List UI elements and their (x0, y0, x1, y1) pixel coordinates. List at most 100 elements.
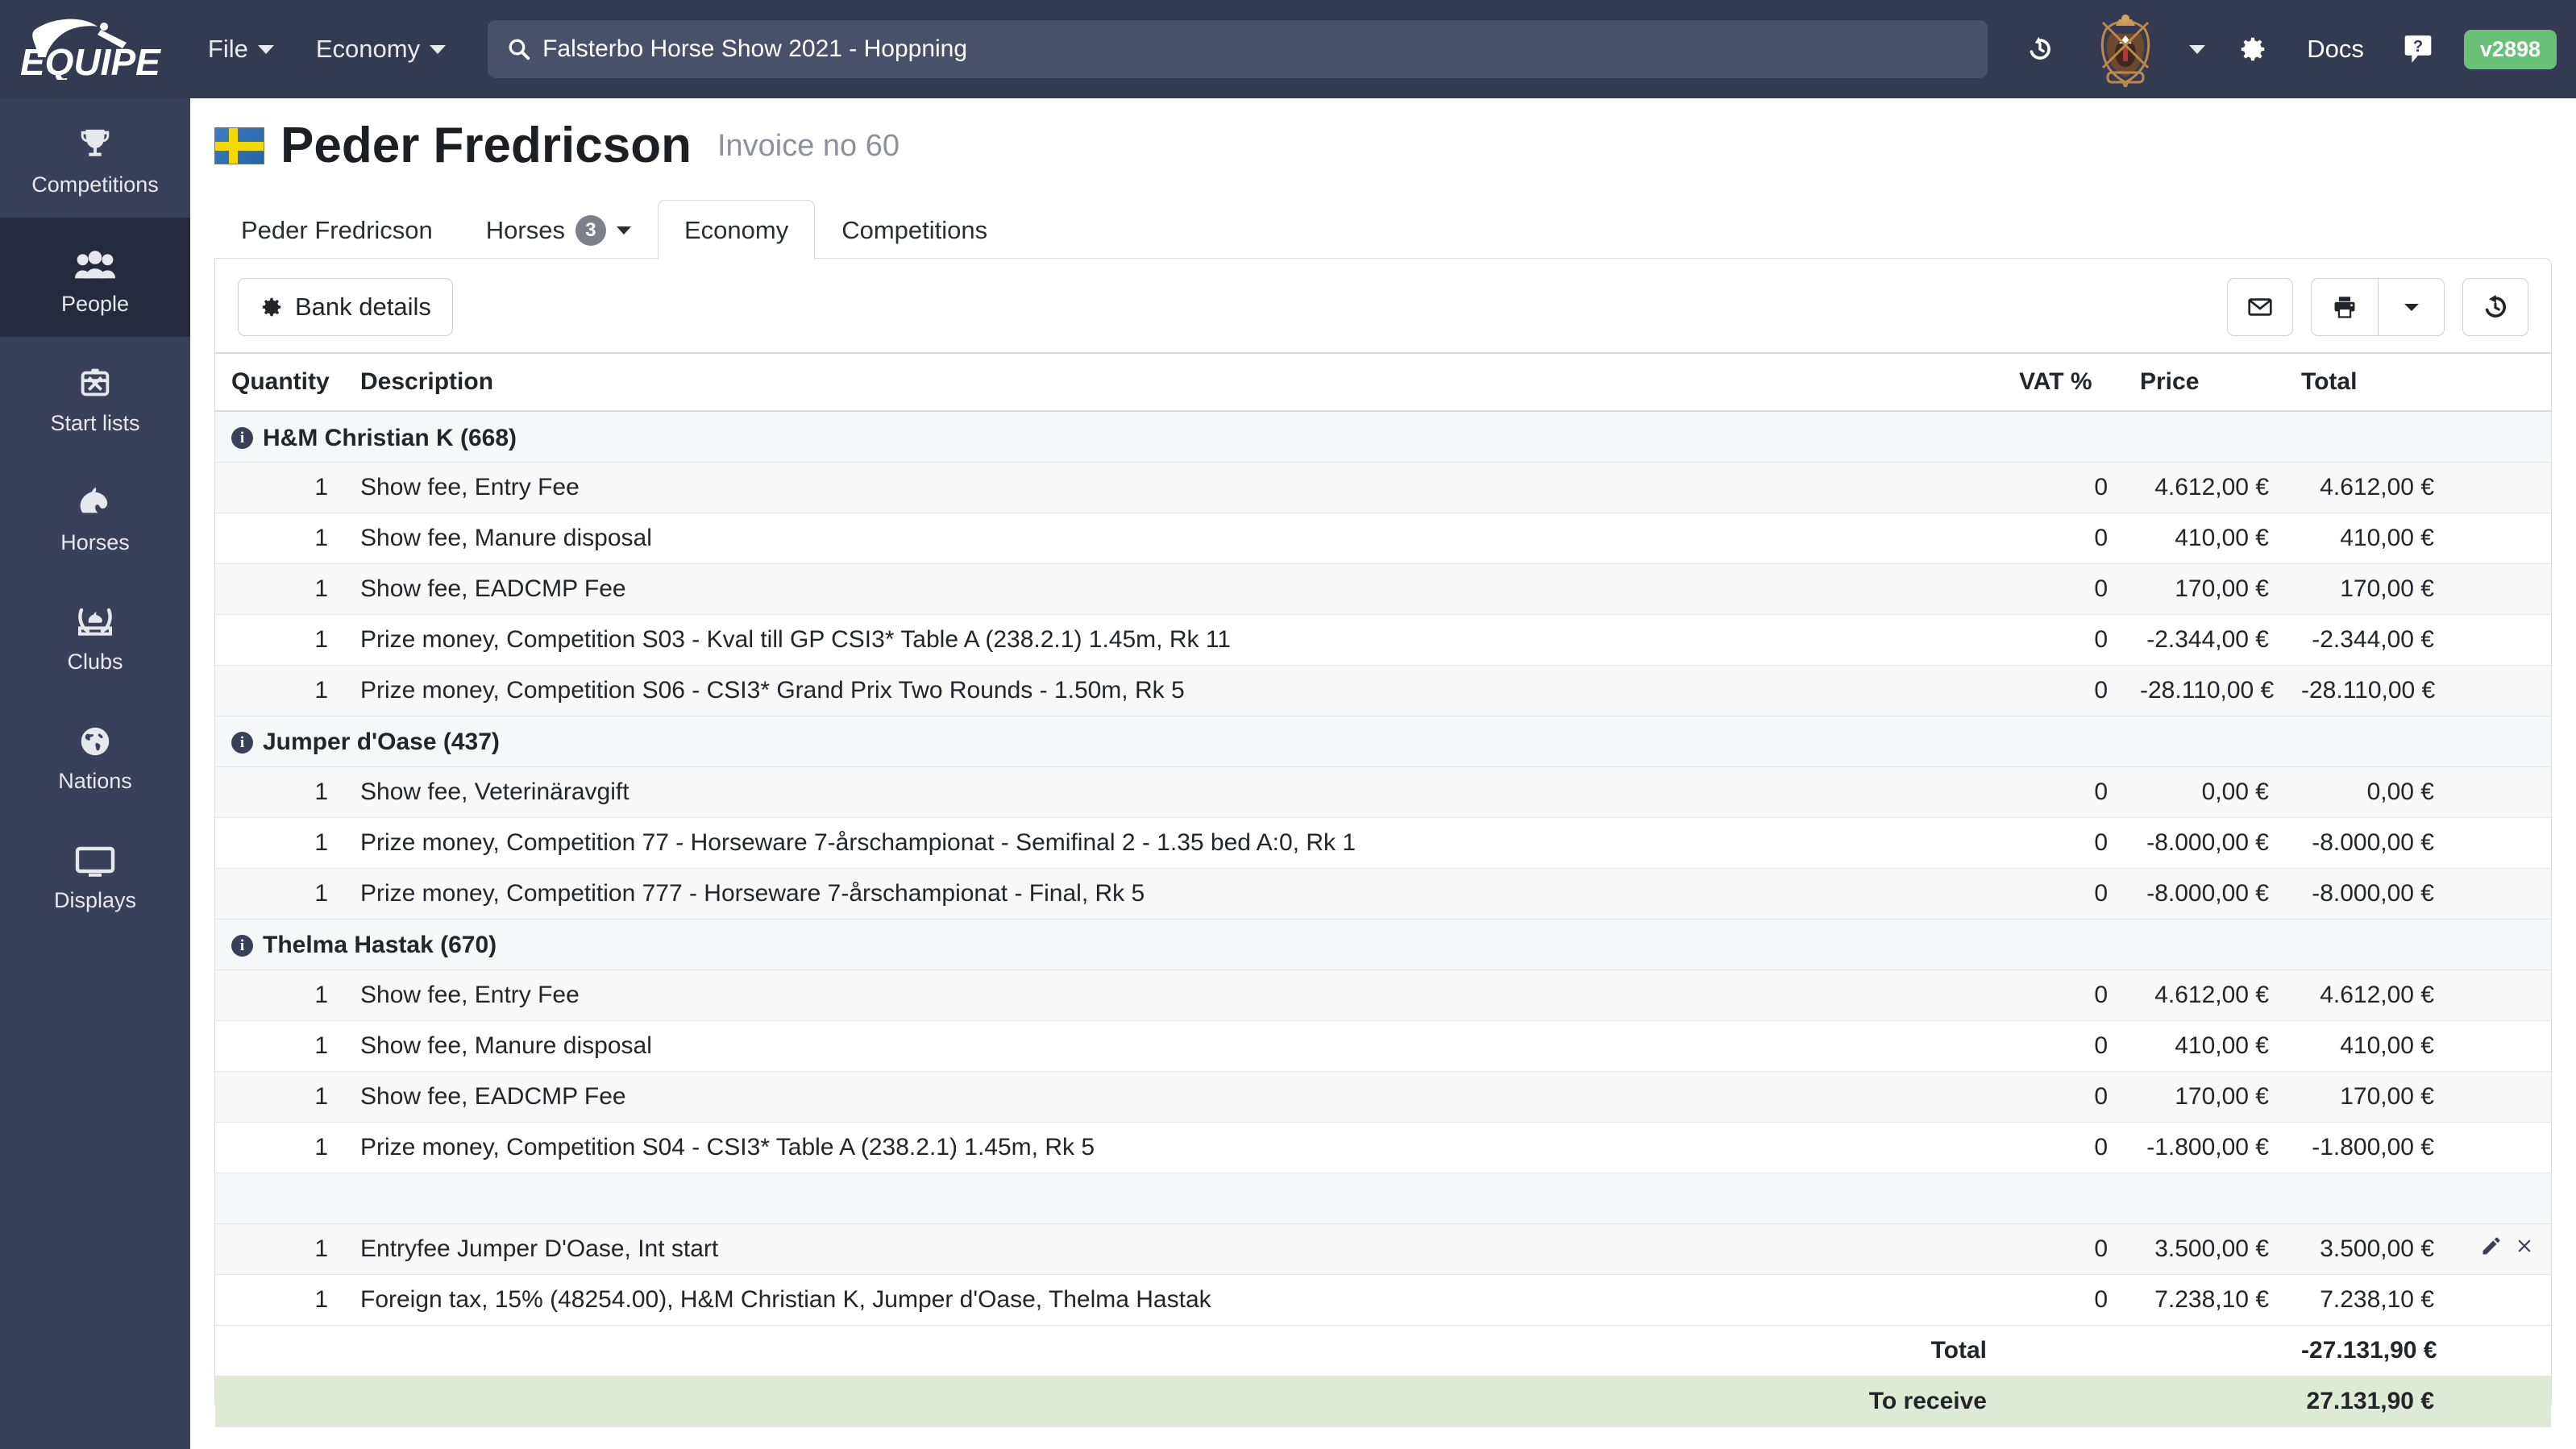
cell-vat: 0 (2003, 1121, 2124, 1173)
sidebar-item-competitions[interactable]: Competitions (0, 98, 190, 218)
sidebar-item-start-lists[interactable]: Start lists (0, 337, 190, 456)
table-row[interactable]: 1 Prize money, Competition 77 - Horseware… (215, 816, 2551, 869)
menu-economy[interactable]: Economy (295, 0, 467, 98)
sidebar-item-people[interactable]: People (0, 218, 190, 337)
print-options-button[interactable] (2378, 279, 2444, 335)
table-row[interactable]: 1 Prize money, Competition 777 - Horsewar… (215, 867, 2551, 920)
table-row[interactable]: 1 Show fee, Entry Fee 0 4.612,00 €4.612,00 … (215, 461, 2551, 513)
table-row[interactable]: 1 Foreign tax, 15% (48254.00), H&M Christ… (215, 1273, 2551, 1326)
email-button[interactable] (2227, 278, 2293, 336)
summary-label: To receive (344, 1375, 2003, 1427)
show-crest-dropdown[interactable] (2176, 0, 2218, 98)
info-icon[interactable]: i (231, 427, 253, 449)
page-subtitle: Invoice no 60 (717, 129, 900, 163)
sidebar: Competitions People Start lists Horses C… (0, 98, 190, 1449)
group-name: Jumper d'Oase (437) (263, 729, 500, 756)
group-header-row[interactable]: i H&M Christian K (668) (215, 410, 2551, 463)
cell-price: 3.500,00 € (2124, 1223, 2285, 1275)
sidebar-item-horses[interactable]: Horses (0, 456, 190, 575)
menu-file[interactable]: File (187, 0, 295, 98)
cell-description: Show fee, Entry Fee (344, 461, 2003, 513)
cell-vat: 0 (2003, 1223, 2124, 1275)
tab-horses[interactable]: Horses 3 (459, 200, 658, 259)
cell-actions (2450, 563, 2551, 615)
show-crest-button[interactable] (2075, 0, 2176, 98)
cell-price: -2.344,00 € (2124, 613, 2285, 666)
cell-quantity: 1 (215, 816, 344, 869)
version-badge[interactable]: v2898 (2463, 29, 2557, 69)
table-row[interactable]: 1 Show fee, EADCMP Fee 0 170,00 €170,00 € (215, 1070, 2551, 1123)
table-header-row: Quantity Description VAT % Price Total (215, 352, 2551, 412)
cell-price: 410,00 € (2124, 1019, 2285, 1072)
cell-total: -8.000,00 € (2285, 867, 2450, 920)
print-button[interactable] (2312, 279, 2378, 335)
globe-icon (76, 716, 114, 760)
summary-total: 27.131,90 € (2285, 1375, 2450, 1427)
invoice-history-button[interactable] (2462, 278, 2528, 336)
bank-details-label: Bank details (295, 293, 431, 321)
table-row[interactable]: 1 Show fee, Veterinäravgift 0 0,00 €0,00 € (215, 766, 2551, 818)
cell-price: 7.238,10 € (2124, 1273, 2285, 1326)
sidebar-label-people: People (60, 292, 130, 316)
column-header-total: Total (2285, 352, 2450, 412)
cell-total: 410,00 € (2285, 1019, 2450, 1072)
table-row[interactable]: 1 Prize money, Competition S03 - Kval til… (215, 613, 2551, 666)
cell-actions (2450, 512, 2551, 564)
people-icon (73, 239, 117, 283)
cell-vat: 0 (2003, 1273, 2124, 1326)
cell-total: 170,00 € (2285, 563, 2450, 615)
chevron-down-icon (2189, 44, 2206, 54)
help-button[interactable]: ? (2383, 0, 2453, 98)
sidebar-item-nations[interactable]: Nations (0, 695, 190, 814)
section-separator-row (215, 1172, 2551, 1224)
cell-price: 4.612,00 € (2124, 969, 2285, 1021)
history-button[interactable] (2005, 0, 2075, 98)
envelope-icon (2248, 298, 2272, 316)
question-mark-icon: ? (2404, 35, 2432, 63)
info-icon[interactable]: i (231, 934, 253, 957)
table-row[interactable]: 1 Entryfee Jumper D'Oase, Int start 0 3.500… (215, 1223, 2551, 1275)
gear-icon (2242, 37, 2265, 61)
cell-description: Prize money, Competition S06 - CSI3* Gra… (344, 664, 2003, 716)
settings-button[interactable] (2218, 0, 2287, 98)
sidebar-label-clubs: Clubs (67, 650, 123, 674)
table-row[interactable]: 1 Show fee, Manure disposal 0 410,00 €410,0… (215, 1019, 2551, 1072)
group-header-row[interactable]: i Thelma Hastak (670) (215, 918, 2551, 970)
cell-total: -1.800,00 € (2285, 1121, 2450, 1173)
svg-text:?: ? (2413, 38, 2423, 56)
search-input[interactable]: Falsterbo Horse Show 2021 - Hoppning (488, 20, 1988, 78)
docs-link[interactable]: Docs (2287, 0, 2383, 98)
sidebar-item-clubs[interactable]: Clubs (0, 575, 190, 695)
edit-icon[interactable] (2480, 1235, 2503, 1264)
summary-label: Total (344, 1324, 2003, 1376)
table-row[interactable]: 1 Prize money, Competition S04 - CSI3* Ta… (215, 1121, 2551, 1173)
equipe-logo[interactable]: EQUIPE (0, 0, 187, 98)
docs-label: Docs (2307, 35, 2364, 63)
cell-description: Foreign tax, 15% (48254.00), H&M Christi… (344, 1273, 2003, 1326)
info-icon[interactable]: i (231, 731, 253, 754)
delete-icon[interactable] (2514, 1235, 2535, 1263)
tab-competitions[interactable]: Competitions (815, 200, 1014, 259)
group-header-row[interactable]: i Jumper d'Oase (437) (215, 715, 2551, 767)
sidebar-label-start-lists: Start lists (50, 411, 140, 435)
table-row[interactable]: 1 Prize money, Competition S06 - CSI3* Gr… (215, 664, 2551, 716)
table-row[interactable]: 1 Show fee, Manure disposal 0 410,00 €410,0… (215, 512, 2551, 564)
cell-quantity: 1 (215, 1070, 344, 1123)
gear-icon (262, 297, 281, 317)
tab-peder-fredricson[interactable]: Peder Fredricson (214, 200, 459, 259)
search-icon (509, 39, 530, 60)
cell-description: Entryfee Jumper D'Oase, Int start (344, 1223, 2003, 1275)
table-row[interactable]: 1 Show fee, Entry Fee 0 4.612,00 €4.612,00 … (215, 969, 2551, 1021)
cell-price: -8.000,00 € (2124, 867, 2285, 920)
sidebar-item-displays[interactable]: Displays (0, 814, 190, 933)
table-row[interactable]: 1 Show fee, EADCMP Fee 0 170,00 €170,00 € (215, 563, 2551, 615)
cell-actions (2450, 1070, 2551, 1123)
page-title: Peder Fredricson (280, 118, 692, 173)
bank-details-button[interactable]: Bank details (238, 278, 453, 336)
chevron-down-icon (257, 44, 274, 54)
cell-actions (2450, 1223, 2551, 1275)
tab-economy[interactable]: Economy (657, 200, 816, 261)
print-split-button (2311, 278, 2445, 336)
sidebar-label-displays: Displays (53, 888, 137, 912)
cell-quantity: 1 (215, 1121, 344, 1173)
